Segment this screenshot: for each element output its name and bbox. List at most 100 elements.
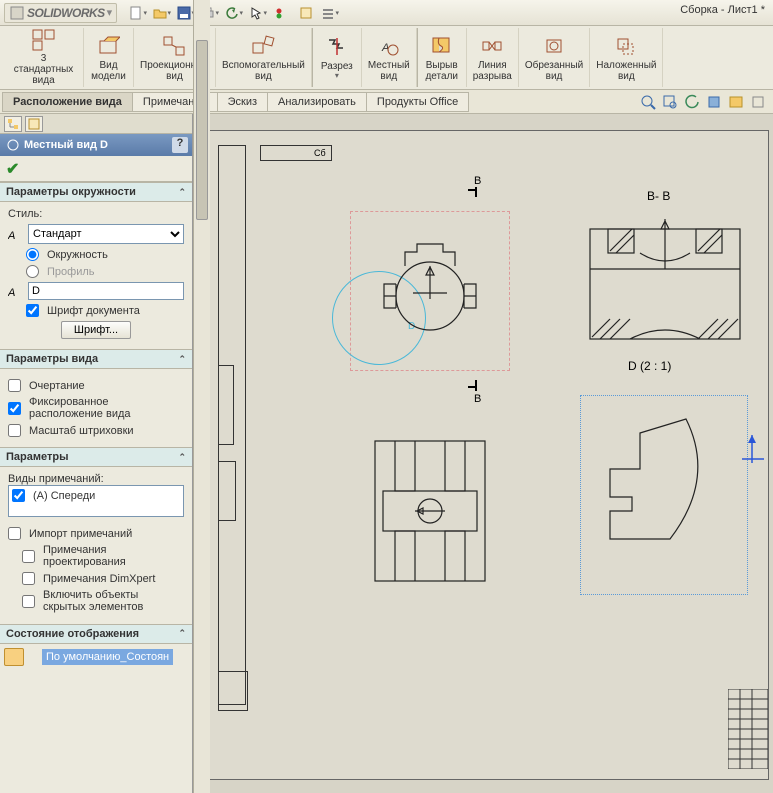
open-folder-icon: [153, 6, 167, 20]
design-anno-checkbox[interactable]: [22, 550, 35, 563]
circle-params-header[interactable]: Параметры окружности⌃: [0, 183, 192, 202]
zoom-fit-icon: [640, 94, 656, 110]
new-file-icon: [129, 6, 143, 20]
part-view-1: [365, 231, 495, 361]
quick-access-toolbar: ▾ ▾ ▾ ▾ ▾ ▾ ▾: [127, 3, 341, 23]
zoom-area-icon: [662, 94, 678, 110]
dimxpert-checkbox[interactable]: [22, 572, 35, 585]
save-icon: [177, 6, 191, 20]
help-button[interactable]: ?: [172, 137, 188, 153]
scrollbar-thumb[interactable]: [196, 40, 208, 220]
tab-office-products[interactable]: Продукты Office: [366, 92, 469, 112]
prev-view-button[interactable]: [683, 93, 701, 111]
menu-chevron-icon[interactable]: ▾: [107, 6, 113, 19]
undo-icon: [225, 6, 239, 20]
hidden-obj-checkbox[interactable]: [22, 595, 35, 608]
ok-button[interactable]: ✔: [6, 159, 19, 179]
fixed-position-checkbox[interactable]: [8, 402, 21, 415]
new-file-button[interactable]: ▾: [127, 3, 149, 23]
ribbon-break-line[interactable]: Линия разрыва: [467, 28, 519, 87]
options-icon: [321, 6, 335, 20]
sheet-rev-label: Сб: [314, 148, 326, 158]
ribbon-3-standard-views[interactable]: 3 стандартных вида: [4, 28, 84, 87]
display-state-item[interactable]: По умолчанию_Состоян: [42, 649, 173, 665]
radio-profile[interactable]: [26, 265, 39, 278]
select-button[interactable]: ▾: [247, 3, 269, 23]
hide-show-button[interactable]: [749, 93, 767, 111]
section-icon: [326, 37, 348, 57]
detail-d-label: D (2 : 1): [628, 359, 671, 373]
hatch-scale-checkbox[interactable]: [8, 424, 21, 437]
display-state-header[interactable]: Состояние отображения⌃: [0, 625, 192, 644]
ribbon-auxiliary-view[interactable]: Вспомогательный вид: [216, 28, 312, 87]
undo-button[interactable]: ▾: [223, 3, 245, 23]
property-manager-tab[interactable]: [25, 116, 43, 132]
anno-types-list[interactable]: (А) Спереди: [8, 485, 184, 517]
confirm-row: ✔: [0, 156, 192, 182]
view-controls: [639, 93, 767, 111]
section-bb-label: B- B: [647, 189, 670, 203]
broken-out-icon: [431, 36, 453, 56]
section-view-params: Параметры вида⌃ Очертание Фиксированное …: [0, 349, 192, 447]
rebuild-icon: [275, 7, 289, 19]
drawing-sheet[interactable]: Сб B B D B- B D (2 : 1): [209, 130, 769, 780]
display-style-button[interactable]: [727, 93, 745, 111]
section-mark-b-bottom: B: [474, 393, 481, 405]
outline-checkbox[interactable]: [8, 379, 21, 392]
ribbon-broken-out[interactable]: Вырыв детали: [417, 28, 467, 87]
property-icon: [28, 118, 40, 130]
import-anno-checkbox[interactable]: [8, 527, 21, 540]
ribbon-model-view[interactable]: Вид модели: [84, 28, 134, 87]
section-mark-b-top: B: [474, 175, 481, 187]
part-view-bb: [580, 209, 750, 359]
params-header[interactable]: Параметры⌃: [0, 448, 192, 467]
properties-button[interactable]: [295, 3, 317, 23]
projected-view-icon: [162, 35, 186, 57]
doc-font-checkbox[interactable]: [26, 304, 39, 317]
open-file-button[interactable]: ▾: [151, 3, 173, 23]
section-view-icon: [706, 94, 722, 110]
style-combo[interactable]: Стандарт: [28, 224, 184, 244]
ribbon-alternate-position[interactable]: Наложенный вид: [590, 28, 663, 87]
auxiliary-view-icon: [251, 35, 275, 57]
radio-circle[interactable]: [26, 248, 39, 261]
graphics-area[interactable]: Сб B B D B- B D (2 : 1): [193, 114, 773, 793]
feature-tree-icon: [7, 118, 19, 130]
ribbon: 3 стандартных вида Вид модели Проекционн…: [0, 26, 773, 90]
zoom-fit-button[interactable]: [639, 93, 657, 111]
section-view-button[interactable]: [705, 93, 723, 111]
front-view-checkbox[interactable]: [12, 489, 25, 502]
app-logo: SOLIDWORKS ▾: [4, 3, 117, 23]
detail-name-input[interactable]: [28, 282, 184, 300]
anno-types-label: Виды примечаний:: [8, 473, 184, 485]
font-button[interactable]: Шрифт...: [61, 321, 131, 339]
feature-manager-tab[interactable]: [4, 116, 22, 132]
ribbon-detail-view[interactable]: AМестный вид: [362, 28, 417, 87]
detail-style-icon: A: [8, 227, 24, 241]
app-name: SOLIDWORKS: [27, 6, 105, 20]
rebuild-button[interactable]: [271, 3, 293, 23]
ribbon-section-view[interactable]: Разрез▾: [312, 28, 362, 87]
svg-text:A: A: [8, 287, 15, 298]
tab-evaluate[interactable]: Анализировать: [267, 92, 367, 112]
tab-sketch[interactable]: Эскиз: [217, 92, 268, 112]
ribbon-crop-view[interactable]: Обрезанный вид: [519, 28, 590, 87]
cursor-icon: [249, 6, 263, 20]
display-state-icon: [4, 648, 24, 666]
zoom-area-button[interactable]: [661, 93, 679, 111]
part-view-3: [365, 431, 495, 591]
properties-icon: [299, 6, 313, 20]
view-axis-icon: [740, 431, 770, 471]
crop-icon: [543, 36, 565, 56]
title-bar: SOLIDWORKS ▾ ▾ ▾ ▾ ▾ ▾ ▾ ▾ Сборка - Лист…: [0, 0, 773, 26]
solidworks-icon: [9, 5, 25, 21]
feature-title: Местный вид D: [24, 139, 108, 151]
view-params-header[interactable]: Параметры вида⌃: [0, 350, 192, 369]
detail-circle-icon: [6, 138, 20, 152]
detail-view-icon: A: [378, 35, 400, 57]
panel-scrollbar[interactable]: [193, 0, 210, 793]
options-button[interactable]: ▾: [319, 3, 341, 23]
three-views-icon: [32, 29, 56, 51]
tab-view-layout[interactable]: Расположение вида: [2, 92, 133, 112]
collapse-icon: ⌃: [178, 354, 186, 365]
